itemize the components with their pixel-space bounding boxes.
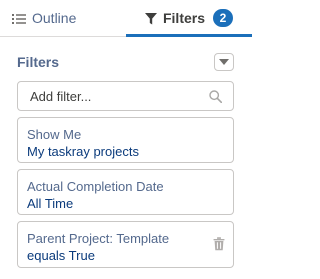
funnel-icon bbox=[144, 12, 157, 25]
filter-label: Show Me bbox=[27, 127, 82, 142]
filter-parent-project-template[interactable]: Parent Project: Template equals True bbox=[17, 221, 234, 268]
tab-filters[interactable]: Filters 2 bbox=[126, 0, 252, 37]
filter-panel: Outline Filters 2 Filters Add filter... … bbox=[0, 0, 252, 279]
filters-menu-button[interactable] bbox=[214, 53, 234, 71]
tab-outline-label: Outline bbox=[32, 10, 77, 26]
trash-icon[interactable] bbox=[213, 237, 225, 251]
chevron-down-icon bbox=[219, 59, 229, 65]
filter-value: All Time bbox=[27, 196, 74, 211]
filter-value: equals True bbox=[27, 248, 95, 263]
filters-section-title: Filters bbox=[17, 54, 60, 70]
active-tab-indicator bbox=[126, 34, 252, 37]
filter-label: Actual Completion Date bbox=[27, 179, 164, 194]
tab-outline[interactable]: Outline bbox=[12, 0, 112, 36]
tab-filters-label: Filters bbox=[162, 10, 205, 26]
add-filter-search[interactable] bbox=[17, 81, 234, 111]
filter-value: My taskray projects bbox=[27, 144, 139, 159]
list-icon bbox=[12, 12, 26, 24]
filter-show-me[interactable]: Show Me My taskray projects bbox=[17, 117, 234, 163]
filter-actual-completion-date[interactable]: Actual Completion Date All Time bbox=[17, 169, 234, 215]
filter-count-badge: 2 bbox=[213, 9, 233, 27]
search-icon bbox=[209, 90, 222, 103]
add-filter-input[interactable] bbox=[18, 82, 210, 110]
tab-bar: Outline Filters 2 bbox=[0, 0, 252, 37]
filter-label: Parent Project: Template bbox=[27, 231, 170, 246]
